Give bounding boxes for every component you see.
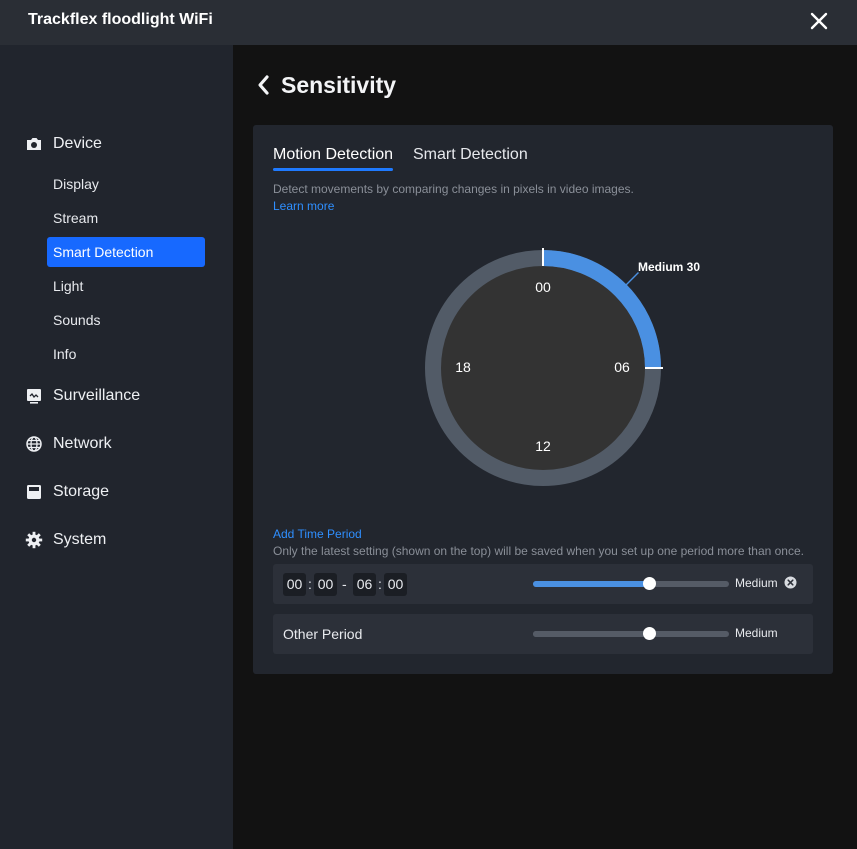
period-note: Only the latest setting (shown on the to… [273, 544, 804, 558]
sidebar-group-network[interactable]: Network [25, 433, 112, 455]
dial-label-06: 06 [614, 359, 630, 375]
slider-fill [533, 631, 649, 637]
period-level-label: Medium [735, 576, 778, 590]
chevron-left-icon[interactable] [255, 74, 271, 96]
remove-circle-icon[interactable] [784, 576, 797, 589]
page-title: Sensitivity [281, 71, 397, 98]
storage-icon [27, 485, 41, 499]
sidebar-group-storage[interactable]: Storage [25, 481, 109, 503]
sidebar-group-label: Surveillance [53, 387, 141, 404]
other-period-level-label: Medium [735, 626, 778, 640]
add-time-period-link[interactable]: Add Time Period [273, 527, 362, 541]
slider-thumb[interactable] [642, 577, 656, 590]
period-sensitivity-slider[interactable] [533, 577, 729, 590]
slider-fill [533, 581, 649, 587]
sidebar-group-label: System [53, 531, 107, 548]
time-colon: : [308, 576, 312, 592]
window-title: Trackflex floodlight WiFi [28, 11, 213, 28]
sidebar-item-light[interactable]: Light [47, 271, 205, 301]
end-hour-field[interactable]: 06 [353, 573, 376, 596]
dial-period-leader [624, 272, 639, 287]
sidebar-item-sounds[interactable]: Sounds [47, 305, 205, 335]
sidebar-item-display[interactable]: Display [47, 169, 205, 199]
page-header[interactable]: Sensitivity [255, 70, 396, 100]
sidebar-group-label: Network [53, 435, 112, 452]
other-period-sensitivity-slider[interactable] [533, 627, 729, 640]
close-icon[interactable] [806, 8, 832, 34]
camera-icon [27, 138, 41, 150]
tab-motion-detection[interactable]: Motion Detection [273, 146, 393, 164]
sidebar-group-label: Storage [53, 483, 110, 500]
sidebar-item-smart-detection[interactable]: Smart Detection [47, 237, 205, 267]
sidebar-item-info[interactable]: Info [47, 339, 205, 369]
time-period-row: 00 : 00 - 06 : 00 Medium [273, 564, 813, 604]
learn-more-link[interactable]: Learn more [273, 199, 334, 213]
start-minute-field[interactable]: 00 [314, 573, 337, 596]
tab-description: Detect movements by comparing changes in… [273, 182, 634, 196]
sidebar-group-surveillance[interactable]: Surveillance [25, 385, 140, 407]
slider-thumb[interactable] [642, 627, 656, 640]
sidebar-item-stream[interactable]: Stream [47, 203, 205, 233]
other-period-row: Other Period Medium [273, 614, 813, 654]
time-colon: : [378, 576, 382, 592]
dial-label-00: 00 [535, 279, 551, 295]
end-minute-field[interactable]: 00 [384, 573, 407, 596]
range-separator: - [342, 576, 347, 592]
dial-label-12: 12 [535, 438, 551, 454]
other-period-label: Other Period [283, 626, 363, 642]
title-bar: Trackflex floodlight WiFi [0, 0, 857, 45]
sidebar-group-label: Device [53, 135, 102, 152]
dial-label-18: 18 [455, 359, 471, 375]
schedule-dial[interactable]: Medium 30 00 06 12 18 [410, 235, 710, 500]
gear-icon [25, 531, 43, 549]
tab-smart-detection[interactable]: Smart Detection [413, 146, 528, 164]
globe-icon [26, 436, 42, 452]
active-tab-indicator [273, 168, 393, 171]
start-hour-field[interactable]: 00 [283, 573, 306, 596]
sidebar-group-system[interactable]: System [25, 529, 106, 551]
dial-period-label: Medium 30 [638, 260, 700, 274]
monitor-icon [27, 389, 41, 404]
sidebar-group-device[interactable]: Device [25, 133, 102, 155]
